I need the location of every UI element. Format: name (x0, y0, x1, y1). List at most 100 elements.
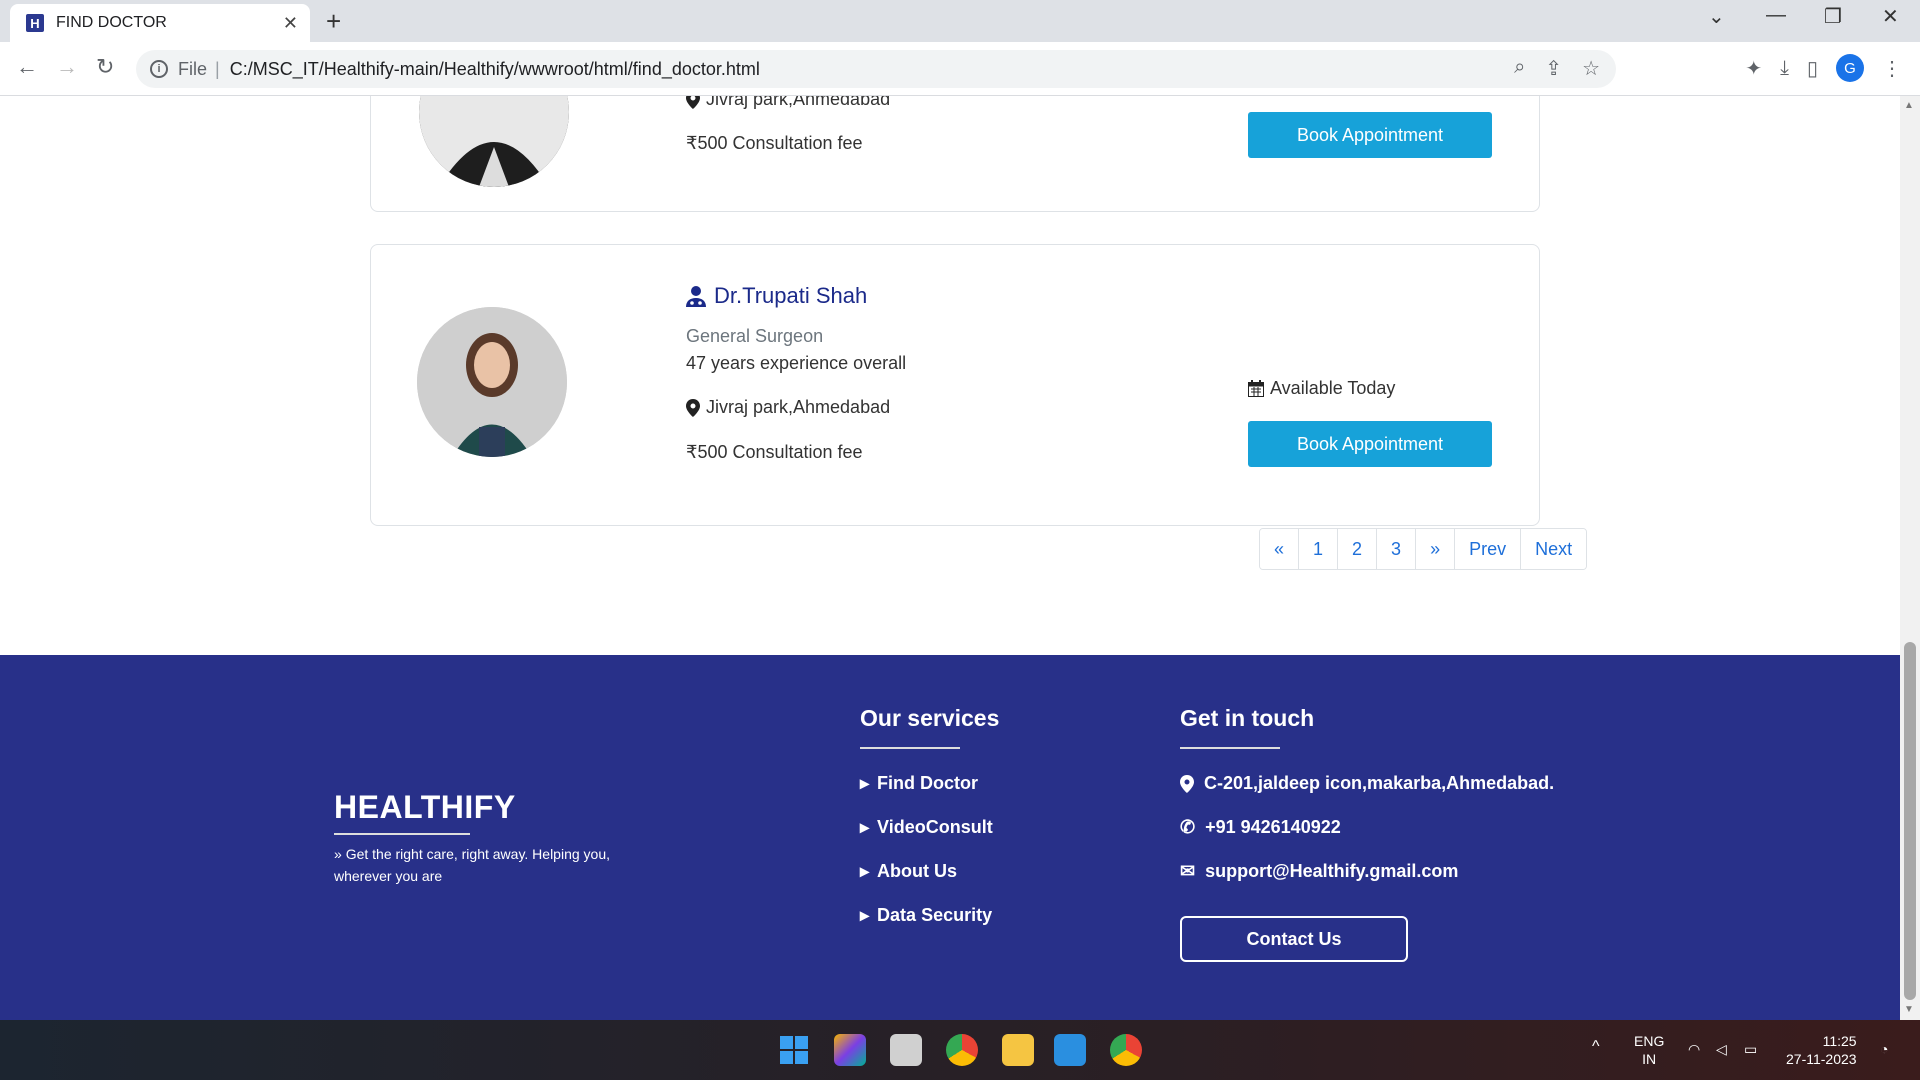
battery-icon[interactable]: ▭ (1744, 1040, 1757, 1058)
notification-bell-icon[interactable]: ◔ (1880, 1040, 1888, 1058)
map-marker-icon (686, 96, 700, 109)
browser-tab[interactable]: H FIND DOCTOR ✕ (10, 4, 310, 42)
address-bar[interactable]: i File | C:/MSC_IT/Healthify-main/Health… (136, 50, 1616, 88)
copilot-icon[interactable] (834, 1034, 866, 1066)
scroll-thumb[interactable] (1904, 642, 1916, 1000)
services-underline (860, 747, 960, 749)
side-panel-icon[interactable]: ▯ (1807, 56, 1818, 81)
region-text: IN (1642, 1051, 1657, 1067)
contact-email: ✉ support@Healthify.gmail.com (1180, 861, 1458, 882)
book-appointment-button[interactable]: Book Appointment (1248, 421, 1492, 467)
browser-tabbar: H FIND DOCTOR ✕ + ⌄ — ❐ ✕ (0, 0, 1920, 42)
caret-right-icon: ▸ (860, 861, 870, 881)
availability-text: Available Today (1270, 378, 1396, 398)
extensions-icon[interactable]: ✦ (1745, 56, 1762, 81)
chrome-alt-icon[interactable] (1110, 1034, 1142, 1066)
page-viewport: Jivraj park,Ahmedabad ₹500 Consultation … (0, 96, 1900, 1020)
wifi-icon[interactable]: ◠ (1688, 1040, 1700, 1058)
doctor-name[interactable]: Dr.Trupati Shah (686, 283, 867, 309)
service-label: Data Security (877, 905, 993, 925)
address-text: C-201,jaldeep icon,makarba,Ahmedabad. (1204, 773, 1555, 793)
language-indicator[interactable]: ENG IN (1634, 1032, 1664, 1068)
contact-address: C-201,jaldeep icon,makarba,Ahmedabad. (1180, 773, 1554, 794)
info-icon[interactable]: i (150, 60, 168, 78)
doctor-fee: ₹500 Consultation fee (686, 442, 863, 462)
service-link-videoconsult[interactable]: ▸ VideoConsult (860, 817, 993, 838)
url-text: C:/MSC_IT/Healthify-main/Healthify/wwwro… (229, 58, 760, 79)
zoom-icon[interactable]: ⌕ (1514, 56, 1525, 81)
scroll-up-icon[interactable]: ▲ (1904, 100, 1914, 111)
location-text: Jivraj park,Ahmedabad (706, 397, 891, 417)
page-3[interactable]: 3 (1377, 529, 1417, 569)
page-first[interactable]: « (1260, 529, 1300, 569)
contact-underline (1180, 747, 1280, 749)
menu-icon[interactable]: ⋮ (1882, 56, 1902, 81)
forward-icon[interactable]: → (56, 54, 78, 80)
service-label: About Us (877, 861, 958, 881)
tagline-text: Get the right care, right away. Helping … (334, 846, 611, 884)
omnibox-actions: ⌕ ⇪ ☆ (1514, 56, 1600, 81)
doctor-card: Jivraj park,Ahmedabad ₹500 Consultation … (370, 96, 1540, 212)
clock[interactable]: 11:25 27-11-2023 (1786, 1032, 1857, 1068)
vscode-icon[interactable] (1054, 1034, 1086, 1066)
bookmark-star-icon[interactable]: ☆ (1582, 56, 1600, 81)
toolbar-actions: ✦ ⤓ ▯ G ⋮ (1745, 54, 1902, 82)
service-link-about-us[interactable]: ▸ About Us (860, 861, 957, 882)
browser-toolbar: ← → ↻ i File | C:/MSC_IT/Healthify-main/… (0, 42, 1920, 96)
task-view-icon[interactable] (890, 1034, 922, 1066)
calendar-icon (1248, 380, 1264, 397)
back-icon[interactable]: ← (16, 54, 38, 80)
tab-title: FIND DOCTOR (56, 14, 167, 31)
contact-us-button[interactable]: Contact Us (1180, 916, 1408, 962)
profile-avatar[interactable]: G (1836, 54, 1864, 82)
service-label: VideoConsult (877, 817, 993, 837)
volume-icon[interactable]: ◁ (1716, 1040, 1727, 1058)
doctor-name-text: Dr.Trupati Shah (714, 283, 868, 308)
minimize-icon[interactable]: — (1766, 4, 1786, 27)
file-explorer-icon[interactable] (1002, 1034, 1034, 1066)
doctor-icon (686, 286, 706, 307)
reload-icon[interactable]: ↻ (96, 54, 114, 80)
restore-icon[interactable]: ❐ (1824, 4, 1842, 29)
site-footer: HEALTHIFY » Get the right care, right aw… (0, 655, 1900, 1020)
lang-text: ENG (1634, 1033, 1665, 1049)
download-icon[interactable]: ⤓ (1780, 57, 1789, 80)
page-2[interactable]: 2 (1338, 529, 1378, 569)
tray-chevron-icon[interactable]: ^ (1592, 1038, 1600, 1056)
time-text: 11:25 (1822, 1033, 1857, 1049)
book-appointment-button[interactable]: Book Appointment (1248, 112, 1492, 158)
map-marker-icon (1180, 774, 1194, 793)
tab-search-icon[interactable]: ⌄ (1708, 4, 1725, 29)
pagination: « 1 2 3 » Prev Next (1259, 528, 1588, 570)
doctor-card: Dr.Trupati Shah General Surgeon 47 years… (370, 244, 1540, 526)
date-text: 27-11-2023 (1786, 1051, 1857, 1067)
doctor-experience: 47 years experience overall (686, 353, 907, 373)
window-close-icon[interactable]: ✕ (1882, 4, 1899, 29)
scroll-down-icon[interactable]: ▼ (1904, 1004, 1914, 1015)
envelope-icon: ✉ (1180, 861, 1196, 881)
favicon-icon: H (26, 14, 44, 32)
page-prev[interactable]: Prev (1455, 529, 1522, 569)
map-marker-icon (686, 398, 700, 417)
service-link-data-security[interactable]: ▸ Data Security (860, 905, 992, 926)
share-icon[interactable]: ⇪ (1545, 56, 1562, 81)
start-icon[interactable] (778, 1034, 810, 1066)
doctor-fee: ₹500 Consultation fee (686, 133, 863, 153)
new-tab-icon[interactable]: + (326, 6, 341, 37)
caret-right-icon: ▸ (860, 817, 870, 837)
page-1[interactable]: 1 (1299, 529, 1339, 569)
service-link-find-doctor[interactable]: ▸ Find Doctor (860, 773, 978, 794)
double-chevron-icon: » (334, 846, 342, 862)
omnibox-separator: | (215, 58, 220, 79)
services-title: Our services (860, 705, 1000, 731)
page-scrollbar[interactable]: ▲ ▼ (1900, 96, 1920, 1020)
caret-right-icon: ▸ (860, 773, 870, 793)
chrome-icon[interactable] (946, 1034, 978, 1066)
doctor-photo (419, 96, 569, 187)
contact-title: Get in touch (1180, 705, 1315, 731)
windows-taskbar: ^ ENG IN ◠ ◁ ▭ 11:25 27-11-2023 ◔ (0, 1020, 1920, 1080)
close-icon[interactable]: ✕ (283, 13, 298, 34)
page-last[interactable]: » (1416, 529, 1456, 569)
page-next[interactable]: Next (1521, 529, 1587, 569)
location-text: Jivraj park,Ahmedabad (706, 96, 891, 109)
